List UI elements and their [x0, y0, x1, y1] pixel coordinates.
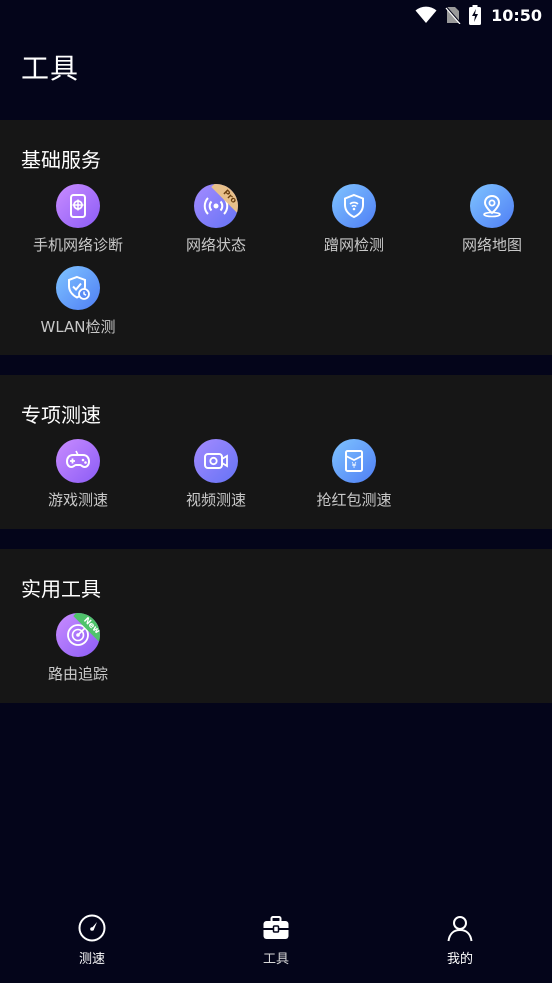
bottom-nav: 测速 工具 我的 — [0, 901, 552, 983]
section-title: 实用工具 — [21, 577, 101, 601]
tool-red-envelope-speedtest[interactable]: ¥ 抢红包测速 — [285, 439, 423, 519]
signal-broadcast-icon: Pro — [194, 184, 238, 228]
red-envelope-icon: ¥ — [332, 439, 376, 483]
tool-network-status[interactable]: Pro 网络状态 — [147, 184, 285, 264]
tool-label: 蹭网检测 — [323, 236, 384, 254]
tool-label: 视频测速 — [185, 491, 246, 509]
nav-label: 工具 — [262, 952, 289, 967]
tool-label: 手机网络诊断 — [32, 236, 123, 254]
tool-label: 网络状态 — [185, 236, 246, 254]
no-sim-icon — [445, 6, 461, 24]
section-title: 专项测速 — [21, 403, 101, 427]
video-camera-icon — [194, 439, 238, 483]
status-bar: 10:50 — [0, 0, 552, 30]
phone-diagnose-icon — [56, 184, 100, 228]
wifi-icon — [415, 6, 437, 23]
svg-text:¥: ¥ — [351, 461, 356, 470]
tool-label: 游戏测速 — [47, 491, 108, 509]
gamepad-icon — [56, 439, 100, 483]
tool-label: 抢红包测速 — [316, 491, 392, 509]
section-special-speedtest: 专项测速 游戏测速 视频测速 ¥ 抢红包测速 — [0, 375, 552, 529]
radar-icon: New — [56, 613, 100, 657]
nav-label: 测速 — [78, 952, 105, 967]
nav-speedtest[interactable]: 测速 — [0, 901, 184, 983]
tool-network-map[interactable]: 网络地图 — [423, 184, 552, 264]
page-title: 工具 — [21, 52, 80, 85]
tool-phone-network-diagnosis[interactable]: 手机网络诊断 — [9, 184, 147, 264]
nav-label: 我的 — [446, 952, 473, 967]
tool-route-trace[interactable]: New 路由追踪 — [9, 613, 147, 693]
nav-tools[interactable]: 工具 — [184, 901, 368, 983]
tools-page: 10:50 工具 基础服务 手机网络诊断 Pro 网络状态 蹭网检测 网络地图 … — [0, 0, 552, 983]
shield-wifi-icon — [332, 184, 376, 228]
battery-charging-icon — [469, 5, 482, 25]
tool-wifi-leech-detection[interactable]: 蹭网检测 — [285, 184, 423, 264]
section-utility-tools: 实用工具 New 路由追踪 — [0, 549, 552, 703]
tool-video-speedtest[interactable]: 视频测速 — [147, 439, 285, 519]
section-title: 基础服务 — [21, 148, 101, 172]
map-pin-icon — [470, 184, 514, 228]
tool-game-speedtest[interactable]: 游戏测速 — [9, 439, 147, 519]
person-icon — [447, 916, 473, 942]
tool-wlan-detection[interactable]: WLAN检测 — [9, 266, 147, 346]
speedometer-icon — [78, 914, 106, 942]
nav-mine[interactable]: 我的 — [368, 901, 552, 983]
tool-label: WLAN检测 — [40, 318, 116, 336]
tool-label: 路由追踪 — [47, 665, 108, 683]
shield-clock-icon — [56, 266, 100, 310]
toolbox-icon — [263, 916, 289, 939]
section-basic-services: 基础服务 手机网络诊断 Pro 网络状态 蹭网检测 网络地图 WLAN检测 — [0, 120, 552, 355]
status-time: 10:50 — [491, 5, 542, 25]
tool-label: 网络地图 — [461, 236, 522, 254]
